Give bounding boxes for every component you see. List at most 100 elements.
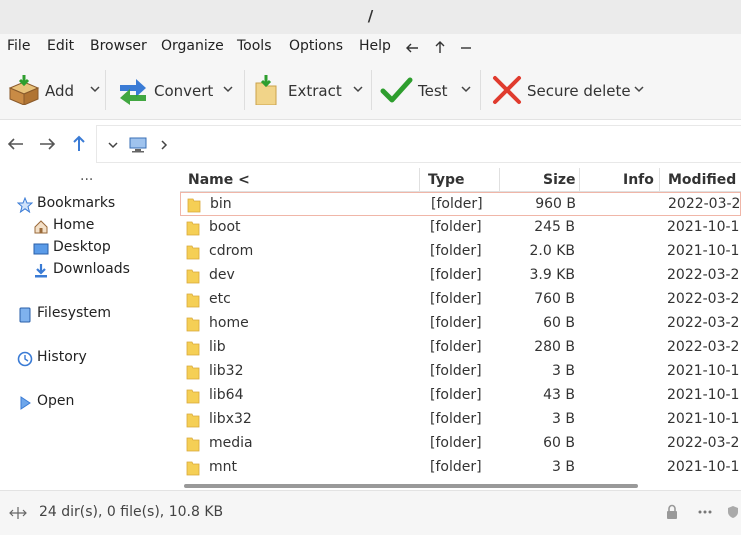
up-arrow-icon[interactable] — [69, 134, 89, 154]
extract-button[interactable]: Extract — [252, 70, 367, 110]
file-size: 60 B — [543, 435, 575, 451]
toolbar: Add Convert Extract Test Secure delete — [0, 60, 741, 120]
menu-organize[interactable]: Organize — [161, 38, 224, 54]
table-row[interactable]: bin [folder] 960 B 2022-03-2 — [180, 192, 741, 216]
table-row[interactable]: dev [folder] 3.9 KB 2022-03-2 — [180, 264, 741, 288]
column-divider[interactable] — [499, 168, 500, 192]
menu-options[interactable]: Options — [289, 38, 343, 54]
column-name-header[interactable]: Name < — [188, 172, 250, 188]
toolbar-separator — [480, 70, 481, 110]
toolbar-separator — [244, 70, 245, 110]
file-list: Name < Type Size Info Modified bin [folde… — [180, 168, 741, 490]
table-row[interactable]: lib [folder] 280 B 2022-03-2 — [180, 336, 741, 360]
menu-edit[interactable]: Edit — [47, 38, 74, 54]
file-type: [folder] — [430, 267, 482, 283]
table-row[interactable]: home [folder] 60 B 2022-03-2 — [180, 312, 741, 336]
test-dropdown-chevron-icon[interactable] — [460, 83, 472, 95]
file-type: [folder] — [430, 315, 482, 331]
table-row[interactable]: boot [folder] 245 B 2021-10-1 — [180, 216, 741, 240]
table-row[interactable]: etc [folder] 760 B 2022-03-2 — [180, 288, 741, 312]
folder-icon — [186, 269, 200, 284]
resize-arrows-icon[interactable] — [9, 505, 27, 521]
table-row[interactable]: media [folder] 60 B 2022-03-2 — [180, 432, 741, 456]
column-modified-header[interactable]: Modified — [668, 172, 736, 188]
table-row[interactable]: mnt [folder] 3 B 2021-10-1 — [180, 456, 741, 480]
add-label: Add — [45, 82, 75, 100]
lock-icon — [667, 504, 677, 519]
file-name: bin — [210, 196, 232, 212]
test-label: Test — [418, 82, 448, 100]
menu-help[interactable]: Help — [359, 38, 391, 54]
file-type: [folder] — [430, 363, 482, 379]
file-size: 43 B — [543, 387, 575, 403]
horizontal-scrollbar[interactable] — [184, 484, 638, 488]
toolbar-separator — [371, 70, 372, 110]
column-divider[interactable] — [659, 168, 660, 192]
more-dots-icon[interactable] — [697, 505, 713, 519]
file-type: [folder] — [430, 387, 482, 403]
window-title: / — [367, 7, 374, 25]
file-modified: 2022-03-2 — [667, 339, 740, 355]
secure-delete-dropdown-chevron-icon[interactable] — [633, 83, 645, 95]
sidebar-more-dots[interactable]: ··· — [80, 172, 93, 188]
menu-file[interactable]: File — [7, 38, 30, 54]
file-modified: 2021-10-1 — [667, 387, 740, 403]
column-info-header[interactable]: Info — [623, 172, 654, 188]
convert-label: Convert — [154, 82, 214, 100]
file-size: 60 B — [543, 315, 575, 331]
file-size: 3 B — [552, 363, 575, 379]
folder-icon — [186, 365, 200, 380]
menu-up-arrow-icon[interactable] — [434, 40, 446, 54]
file-type: [folder] — [430, 219, 482, 235]
file-type: [folder] — [430, 291, 482, 307]
add-archive-icon — [8, 75, 40, 105]
add-button[interactable]: Add — [7, 70, 102, 110]
folder-icon — [187, 198, 201, 213]
menu-back-arrow-icon[interactable] — [405, 42, 419, 54]
file-name: libx32 — [209, 411, 252, 427]
navigation-bar — [0, 121, 741, 167]
table-row[interactable]: lib32 [folder] 3 B 2021-10-1 — [180, 360, 741, 384]
path-bar[interactable] — [96, 125, 741, 163]
file-type: [folder] — [430, 411, 482, 427]
file-name: home — [209, 315, 249, 331]
test-button[interactable]: Test — [380, 70, 475, 110]
computer-icon[interactable] — [129, 137, 147, 153]
file-size: 760 B — [534, 291, 575, 307]
forward-arrow-icon[interactable] — [37, 134, 57, 154]
menu-browser[interactable]: Browser — [90, 38, 147, 54]
table-row[interactable]: libx32 [folder] 3 B 2021-10-1 — [180, 408, 741, 432]
file-name: lib32 — [209, 363, 244, 379]
convert-button[interactable]: Convert — [116, 70, 241, 110]
file-size: 245 B — [534, 219, 575, 235]
back-arrow-icon[interactable] — [6, 134, 26, 154]
table-row[interactable]: cdrom [folder] 2.0 KB 2021-10-1 — [180, 240, 741, 264]
path-history-chevron-icon[interactable] — [107, 140, 119, 150]
folder-icon — [186, 341, 200, 356]
secure-delete-button[interactable]: Secure delete — [491, 70, 651, 110]
column-type-header[interactable]: Type — [428, 172, 465, 188]
add-dropdown-chevron-icon[interactable] — [89, 83, 101, 95]
convert-icon — [120, 79, 146, 105]
column-divider[interactable] — [419, 168, 420, 192]
file-name: lib — [209, 339, 226, 355]
extract-dropdown-chevron-icon[interactable] — [352, 83, 364, 95]
download-icon — [35, 264, 47, 278]
table-row[interactable]: lib64 [folder] 43 B 2021-10-1 — [180, 384, 741, 408]
file-modified: 2022-03-2 — [667, 315, 740, 331]
convert-dropdown-chevron-icon[interactable] — [222, 83, 234, 95]
sidebar: ··· Bookmarks Home Desktop Downloads Fil… — [0, 168, 180, 490]
play-triangle-icon — [20, 396, 31, 410]
desktop-icon — [33, 243, 49, 255]
file-modified: 2021-10-1 — [667, 363, 740, 379]
folder-icon — [186, 461, 200, 476]
secure-delete-label: Secure delete — [527, 82, 631, 100]
menu-bar: File Edit Browser Organize Tools Options… — [0, 34, 741, 60]
column-size-header[interactable]: Size — [543, 172, 576, 188]
clock-icon — [17, 351, 33, 367]
menu-tools[interactable]: Tools — [237, 38, 272, 54]
file-modified: 2022-03-2 — [667, 291, 740, 307]
column-divider[interactable] — [579, 168, 580, 192]
menu-minimize-icon[interactable] — [460, 42, 472, 54]
file-name: dev — [209, 267, 235, 283]
